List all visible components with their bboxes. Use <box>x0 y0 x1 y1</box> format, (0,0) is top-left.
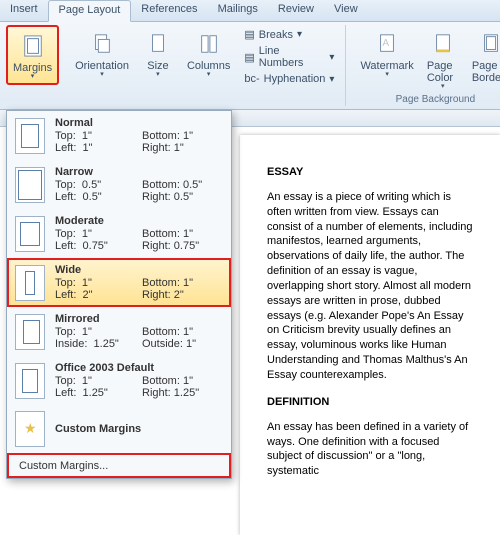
margins-option-custom[interactable]: Custom Margins <box>7 405 231 453</box>
margins-preset-icon <box>15 167 45 203</box>
ribbon-body: Margins▾ Orientation▾ Size▾ Columns▾ ▤Br… <box>0 22 500 110</box>
margins-preset-icon <box>15 363 45 399</box>
watermark-button[interactable]: AWatermark▾ <box>355 25 418 93</box>
size-button[interactable]: Size▾ <box>137 25 179 88</box>
margins-dropdown-menu: NormalTop: 1"Bottom: 1"Left: 1"Right: 1"… <box>6 110 232 479</box>
columns-button[interactable]: Columns▾ <box>182 25 235 88</box>
tab-view[interactable]: View <box>324 0 368 21</box>
margins-preset-icon <box>15 118 45 154</box>
margins-button[interactable]: Margins▾ <box>6 25 59 85</box>
tab-insert[interactable]: Insert <box>0 0 48 21</box>
doc-paragraph: An essay is a piece of writing which is … <box>267 190 475 383</box>
margins-preset-icon <box>15 216 45 252</box>
line-numbers-icon: ▤ <box>244 51 254 64</box>
tab-page-layout[interactable]: Page Layout <box>48 0 132 22</box>
margins-option-moderate[interactable]: ModerateTop: 1"Bottom: 1"Left: 0.75"Righ… <box>7 209 231 258</box>
doc-heading-2: DEFINITION <box>267 395 475 410</box>
margins-option-narrow[interactable]: NarrowTop: 0.5"Bottom: 0.5"Left: 0.5"Rig… <box>7 160 231 209</box>
star-icon <box>15 411 45 447</box>
orientation-button[interactable]: Orientation▾ <box>70 25 134 88</box>
tab-review[interactable]: Review <box>268 0 324 21</box>
watermark-icon: A <box>371 28 403 60</box>
margins-preset-icon <box>15 265 45 301</box>
page-color-button[interactable]: Page Color▾ <box>422 25 464 93</box>
line-numbers-button[interactable]: ▤Line Numbers ▾ <box>241 44 337 70</box>
margins-option-wide[interactable]: WideTop: 1"Bottom: 1"Left: 2"Right: 2" <box>7 258 231 307</box>
size-icon <box>142 28 174 60</box>
page-borders-icon <box>475 28 500 60</box>
orientation-icon <box>86 28 118 60</box>
margins-icon <box>17 30 49 62</box>
margins-option-office-2003-default[interactable]: Office 2003 DefaultTop: 1"Bottom: 1"Left… <box>7 356 231 405</box>
page-color-icon <box>427 28 459 60</box>
margins-option-normal[interactable]: NormalTop: 1"Bottom: 1"Left: 1"Right: 1" <box>7 111 231 160</box>
breaks-button[interactable]: ▤Breaks ▾ <box>241 27 337 42</box>
columns-icon <box>193 28 225 60</box>
page-background-group-label: Page Background <box>396 93 476 106</box>
hyphenation-icon: bc‑ <box>244 73 259 85</box>
doc-heading-1: ESSAY <box>267 165 475 180</box>
margins-option-mirrored[interactable]: MirroredTop: 1"Bottom: 1"Inside: 1.25"Ou… <box>7 307 231 356</box>
breaks-icon: ▤ <box>244 28 254 41</box>
page-borders-button[interactable]: Page Borders <box>467 25 500 93</box>
doc-paragraph: An essay has been defined in a variety o… <box>267 420 475 479</box>
hyphenation-button[interactable]: bc‑Hyphenation ▾ <box>241 72 337 86</box>
ribbon-tabs: InsertPage LayoutReferencesMailingsRevie… <box>0 0 500 22</box>
tab-mailings[interactable]: Mailings <box>208 0 268 21</box>
tab-references[interactable]: References <box>131 0 207 21</box>
document-page[interactable]: ESSAY An essay is a piece of writing whi… <box>240 135 500 535</box>
svg-text:A: A <box>383 38 390 49</box>
custom-margins-button[interactable]: Custom Margins... <box>7 453 231 478</box>
margins-preset-icon <box>15 314 45 350</box>
